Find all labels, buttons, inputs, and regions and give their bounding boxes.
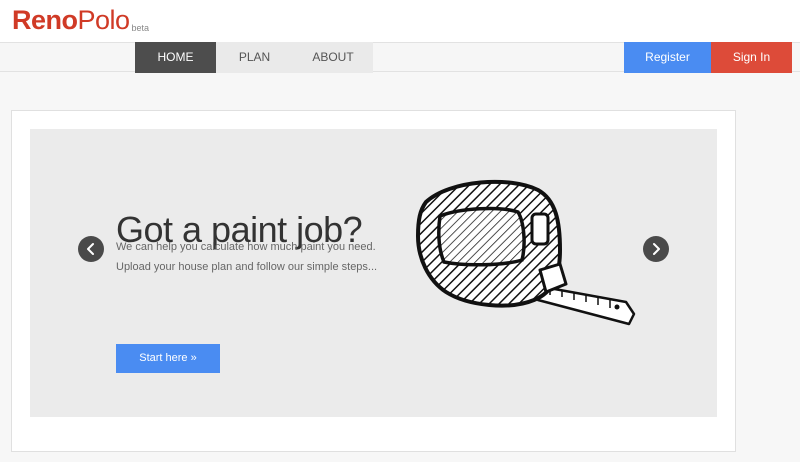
hero-description-line2: Upload your house plan and follow our si…: [116, 261, 378, 273]
main-nav: HOME PLAN ABOUT Register Sign In: [0, 42, 800, 73]
sign-in-button[interactable]: Sign In: [711, 42, 792, 73]
hero-description: We can help you calculate how much paint…: [116, 237, 396, 277]
nav-tabs: HOME PLAN ABOUT: [135, 42, 373, 73]
carousel-next-button[interactable]: [643, 236, 669, 262]
carousel-prev-button[interactable]: [78, 236, 104, 262]
hero-description-line1: We can help you calculate how much paint…: [116, 241, 376, 253]
tape-measure-icon: [415, 179, 636, 326]
logo-text-polo: Polo: [77, 5, 131, 35]
tab-about[interactable]: ABOUT: [293, 42, 373, 73]
brand-bar: Reno Polo beta: [0, 0, 800, 42]
hero-carousel: Got a paint job? We can help you calcula…: [30, 129, 717, 417]
register-button[interactable]: Register: [624, 42, 711, 73]
chevron-right-icon: [653, 243, 660, 255]
start-here-button[interactable]: Start here »: [116, 344, 220, 373]
beta-badge: beta: [131, 23, 150, 33]
logo-text-reno: Reno: [12, 5, 78, 35]
tab-plan[interactable]: PLAN: [216, 42, 293, 73]
chevron-left-icon: [87, 243, 94, 255]
site-logo[interactable]: Reno Polo beta: [12, 3, 149, 35]
tab-home[interactable]: HOME: [135, 42, 216, 73]
